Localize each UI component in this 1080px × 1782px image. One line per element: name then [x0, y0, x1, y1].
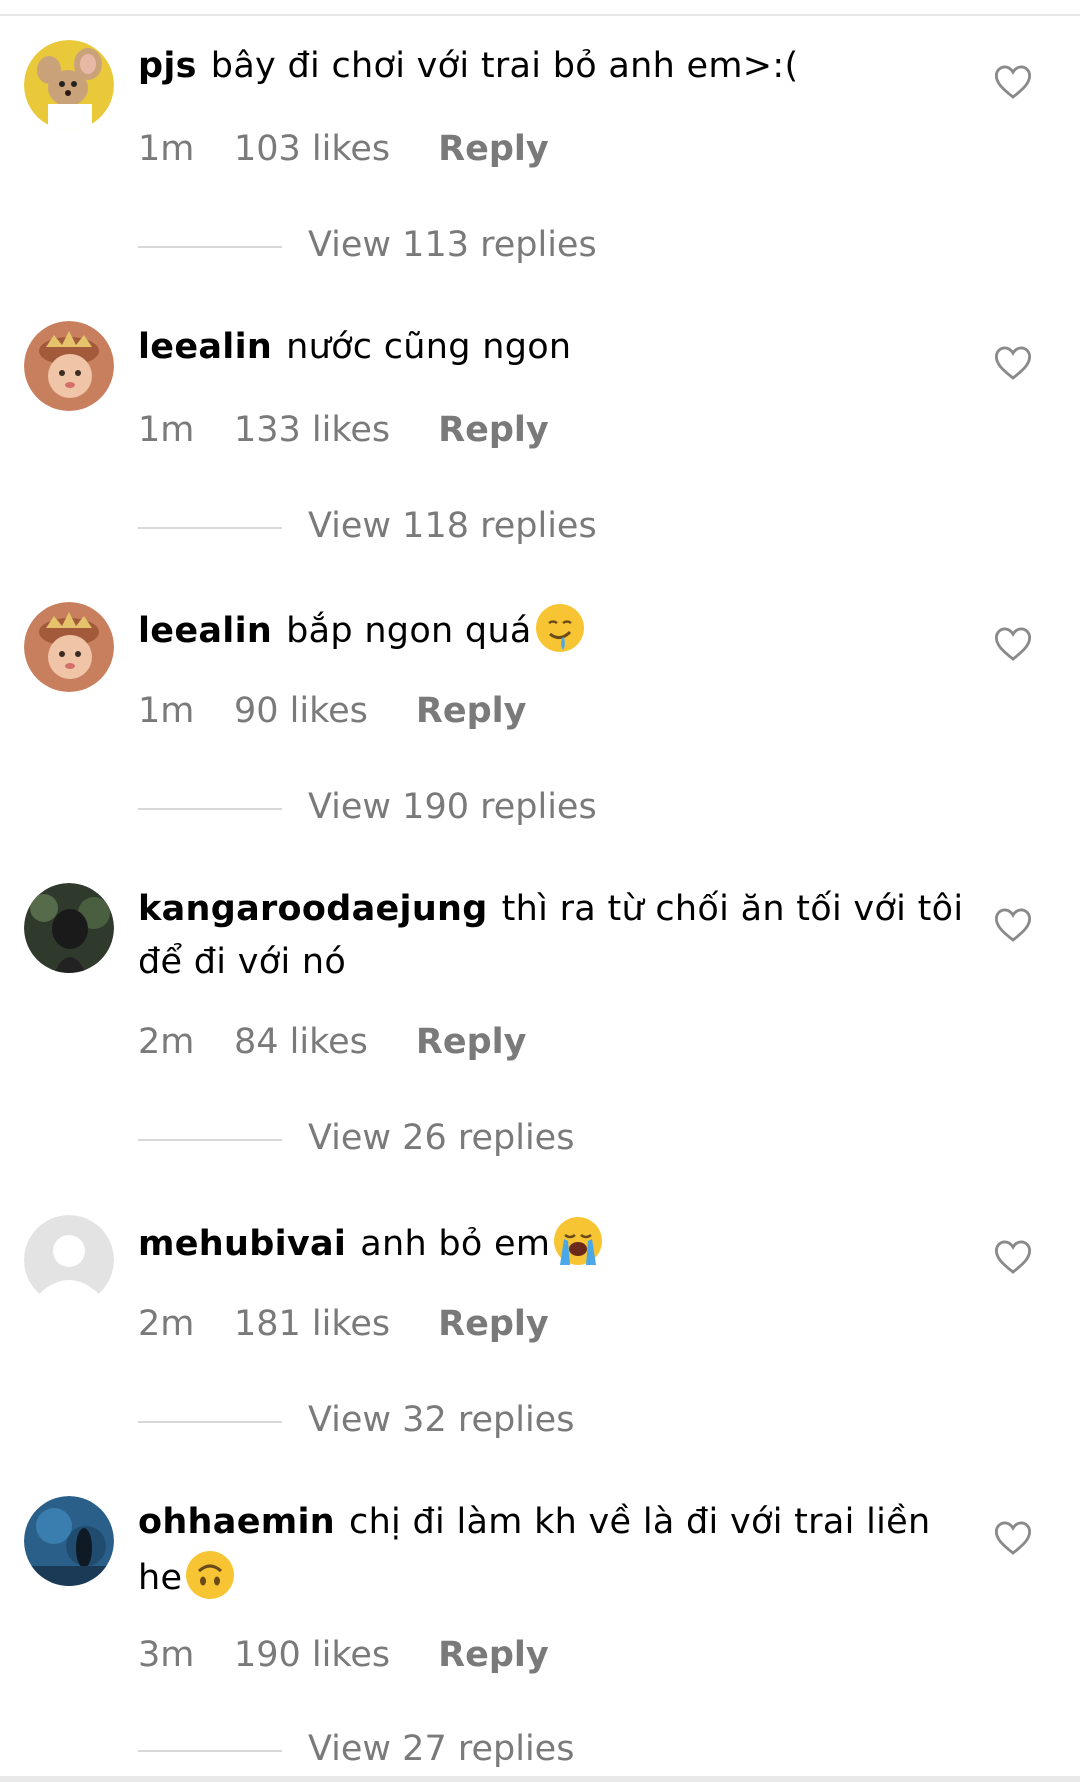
reply-button[interactable]: Reply [416, 1017, 527, 1067]
upside-down-face-emoji [184, 1549, 236, 1601]
comment-item: mehubivai anh bỏ em 2m 181 likes Reply View… [0, 1215, 1080, 1495]
comment-time: 3m [138, 1635, 195, 1675]
replies-divider-line [138, 1421, 282, 1423]
avatar[interactable] [24, 1215, 114, 1305]
reply-button[interactable]: Reply [438, 405, 549, 455]
comment-likes[interactable]: 133 likes [234, 405, 390, 455]
heart-outline-icon[interactable] [994, 1239, 1032, 1275]
comment-meta: 1m 90 likes Reply [138, 686, 526, 736]
comment-likes[interactable]: 181 likes [234, 1299, 390, 1349]
comment-username[interactable]: leealin [138, 327, 272, 367]
comment-text-line: ohhaemin chị đi làm kh về là đi với trai … [138, 1496, 966, 1605]
comment-item: pjs bây đi chơi với trai bỏ anh em>:( 1m 1… [0, 40, 1080, 320]
view-replies-button[interactable]: View 26 replies [308, 1113, 574, 1163]
comment-meta: 1m 133 likes Reply [138, 405, 549, 455]
heart-outline-icon[interactable] [994, 1520, 1032, 1556]
comment-text-line: mehubivai anh bỏ em [138, 1215, 966, 1271]
avatar[interactable] [24, 1496, 114, 1586]
comment-time: 1m [138, 410, 195, 450]
avatar[interactable] [24, 602, 114, 692]
heart-outline-icon[interactable] [994, 345, 1032, 381]
reply-button[interactable]: Reply [438, 124, 549, 174]
view-replies-button[interactable]: View 118 replies [308, 501, 597, 551]
heart-outline-icon[interactable] [994, 907, 1032, 943]
heart-outline-icon[interactable] [994, 626, 1032, 662]
comment-text: bây đi chơi với trai bỏ anh em>:( [210, 46, 799, 86]
loudly-crying-face-emoji [552, 1215, 604, 1267]
comment-time: 1m [138, 129, 195, 169]
avatar[interactable] [24, 40, 114, 130]
comment-meta: 3m 190 likes Reply [138, 1630, 549, 1680]
comment-likes[interactable]: 90 likes [234, 686, 368, 736]
comment-text-line: leealin nước cũng ngon [138, 321, 966, 374]
comment-text-line: pjs bây đi chơi với trai bỏ anh em>:( [138, 40, 966, 93]
comment-item: leealin bắp ngon quá 1m 90 likes Reply View… [0, 602, 1080, 882]
reply-button[interactable]: Reply [438, 1299, 549, 1349]
replies-divider-line [138, 527, 282, 529]
reply-button[interactable]: Reply [438, 1630, 549, 1680]
replies-divider-line [138, 808, 282, 810]
comment-text: nước cũng ngon [286, 327, 572, 367]
comment-username[interactable]: leealin [138, 611, 272, 651]
comment-meta: 1m 103 likes Reply [138, 124, 549, 174]
comment-meta: 2m 84 likes Reply [138, 1017, 526, 1067]
avatar[interactable] [24, 883, 114, 973]
comment-likes[interactable]: 103 likes [234, 124, 390, 174]
comment-time: 2m [138, 1304, 195, 1344]
comment-likes[interactable]: 190 likes [234, 1630, 390, 1680]
comment-username[interactable]: mehubivai [138, 1224, 346, 1264]
comment-text: bắp ngon quá [286, 611, 532, 651]
comment-likes[interactable]: 84 likes [234, 1017, 368, 1067]
comment-item: leealin nước cũng ngon 1m 133 likes Reply V… [0, 321, 1080, 601]
comment-item: ohhaemin chị đi làm kh về là đi với trai … [0, 1496, 1080, 1776]
comment-username[interactable]: kangaroodaejung [138, 889, 488, 929]
comment-item: kangaroodaejung thì ra từ chối ăn tối với… [0, 883, 1080, 1213]
comment-meta: 2m 181 likes Reply [138, 1299, 549, 1349]
comment-time: 1m [138, 691, 195, 731]
view-replies-button[interactable]: View 190 replies [308, 782, 597, 832]
comment-text-line: kangaroodaejung thì ra từ chối ăn tối với… [138, 883, 966, 989]
comment-text: anh bỏ em [360, 1224, 551, 1264]
bottom-edge-bar [0, 1776, 1080, 1782]
view-replies-button[interactable]: View 32 replies [308, 1395, 574, 1445]
drooling-face-emoji [534, 602, 586, 654]
heart-outline-icon[interactable] [994, 64, 1032, 100]
comment-username[interactable]: pjs [138, 46, 197, 86]
comment-text-line: leealin bắp ngon quá [138, 602, 966, 658]
avatar[interactable] [24, 321, 114, 411]
view-replies-button[interactable]: View 27 replies [308, 1724, 574, 1774]
reply-button[interactable]: Reply [416, 686, 527, 736]
comment-time: 2m [138, 1022, 195, 1062]
replies-divider-line [138, 246, 282, 248]
replies-divider-line [138, 1750, 282, 1752]
view-replies-button[interactable]: View 113 replies [308, 220, 597, 270]
top-divider [0, 14, 1080, 16]
comment-username[interactable]: ohhaemin [138, 1502, 335, 1542]
replies-divider-line [138, 1139, 282, 1141]
